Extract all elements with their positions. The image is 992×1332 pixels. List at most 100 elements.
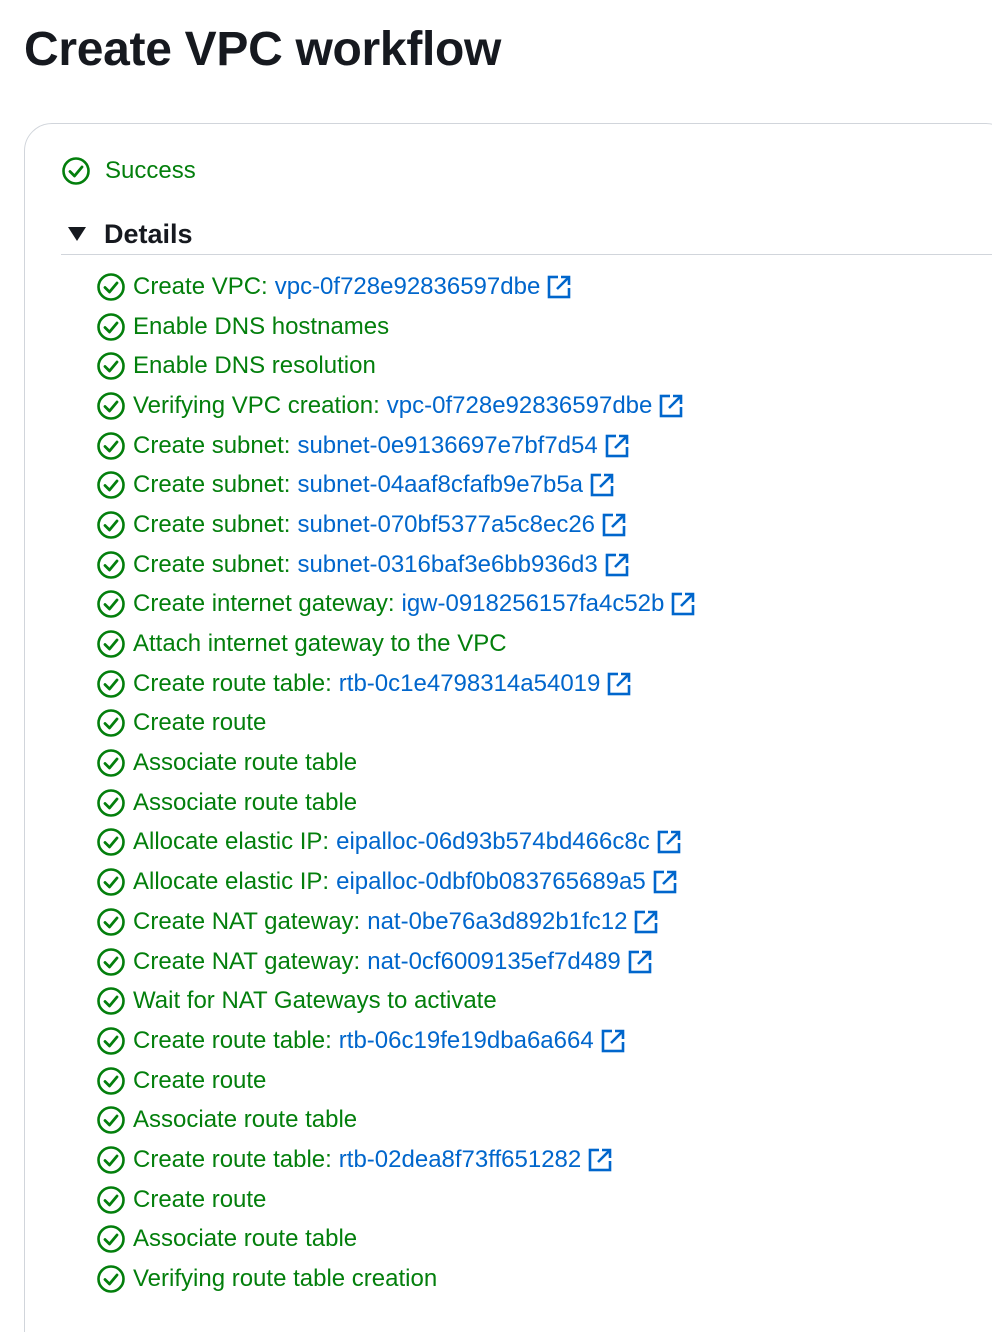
page: Create VPC workflow Success Details Crea… (0, 0, 992, 1332)
workflow-step: Create subnet: subnet-04aaf8cfafb9e7b5a (96, 465, 696, 505)
external-link-icon[interactable] (589, 472, 616, 498)
workflow-step: Allocate elastic IP: eipalloc-0dbf0b08376… (96, 862, 696, 902)
details-title: Details (104, 218, 193, 249)
external-link-icon[interactable] (658, 392, 685, 419)
external-link-icon[interactable] (604, 432, 630, 459)
step-label: Verifying VPC creation: (133, 391, 380, 419)
external-link-icon[interactable] (606, 670, 633, 697)
resource-link[interactable]: nat-0cf6009135ef7d489 (367, 948, 621, 976)
step-label: Create route (133, 1066, 267, 1094)
workflow-step: Create VPC: vpc-0f728e92836597dbe (96, 267, 696, 307)
step-label: Create internet gateway: (133, 590, 395, 618)
step-label: Associate route table (133, 749, 358, 777)
resource-link[interactable]: rtb-02dea8f73ff651282 (339, 1146, 581, 1174)
step-label: Allocate elastic IP: (133, 828, 330, 856)
resource-link[interactable]: eipalloc-0dbf0b083765689a5 (336, 868, 646, 896)
step-label: Create NAT gateway: (133, 907, 361, 935)
check-circle-icon (97, 709, 125, 738)
check-circle-icon (97, 1146, 125, 1174)
step-label: Associate route table (133, 1106, 358, 1134)
status-indicator: Success (61, 153, 196, 189)
step-label: Associate route table (133, 788, 358, 816)
check-circle-icon (97, 987, 125, 1016)
caret-down-icon (68, 227, 86, 241)
resource-link[interactable]: rtb-06c19fe19dba6a664 (339, 1027, 594, 1055)
check-circle-icon (97, 1185, 125, 1214)
step-label: Create subnet: (133, 510, 291, 538)
workflow-step: Associate route table (96, 1100, 696, 1140)
resource-link[interactable]: eipalloc-06d93b574bd466c8c (336, 828, 650, 856)
check-circle-icon (97, 431, 125, 460)
check-circle-icon (97, 868, 125, 896)
check-circle-icon (97, 1027, 125, 1055)
workflow-step: Create NAT gateway: nat-0be76a3d892b1fc12 (96, 902, 696, 942)
resource-link[interactable]: vpc-0f728e92836597dbe (387, 392, 653, 420)
workflow-step: Create subnet: subnet-0e9136697e7bf7d54 (96, 426, 696, 466)
step-label: Wait for NAT Gateways to activate (133, 987, 497, 1015)
workflow-step: Enable DNS hostnames (96, 307, 696, 347)
external-link-icon[interactable] (600, 1027, 626, 1054)
resource-link[interactable]: subnet-0e9136697e7bf7d54 (297, 432, 597, 460)
external-link-icon[interactable] (670, 591, 697, 617)
workflow-step: Create NAT gateway: nat-0cf6009135ef7d489 (96, 942, 696, 982)
step-label: Create route (133, 709, 267, 737)
step-label: Allocate elastic IP: (133, 868, 330, 896)
page-title: Create VPC workflow (24, 23, 502, 76)
step-label: Create route (133, 1185, 267, 1213)
workflow-step: Wait for NAT Gateways to activate (96, 981, 696, 1021)
external-link-icon[interactable] (601, 511, 628, 538)
resource-link[interactable]: rtb-0c1e4798314a54019 (339, 670, 601, 698)
step-label: Create route table: (133, 669, 332, 697)
check-circle-icon (97, 908, 125, 936)
external-link-icon[interactable] (633, 908, 660, 935)
external-link-icon[interactable] (656, 829, 682, 855)
check-circle-icon (97, 273, 125, 301)
workflow-step: Allocate elastic IP: eipalloc-06d93b574bd… (96, 823, 696, 863)
resource-link[interactable]: subnet-04aaf8cfafb9e7b5a (297, 471, 583, 499)
resource-link[interactable]: subnet-0316baf3e6bb936d3 (297, 551, 597, 579)
check-circle-icon (97, 630, 125, 658)
check-circle-icon (97, 669, 125, 698)
external-link-icon[interactable] (587, 1146, 614, 1173)
check-circle-icon (97, 1066, 125, 1095)
external-link-icon[interactable] (604, 551, 630, 578)
workflow-step: Create route table: rtb-0c1e4798314a54019 (96, 664, 696, 704)
check-circle-icon (97, 511, 125, 539)
workflow-step: Enable DNS resolution (96, 346, 696, 386)
details-divider (61, 254, 992, 255)
check-circle-icon (97, 947, 125, 976)
step-label: Create route table: (133, 1145, 332, 1173)
step-label: Create subnet: (133, 431, 291, 459)
step-label: Attach internet gateway to the VPC (133, 630, 507, 658)
resource-link[interactable]: nat-0be76a3d892b1fc12 (367, 908, 627, 936)
workflow-step: Create route (96, 704, 696, 744)
status-text: Success (105, 157, 196, 184)
check-circle-icon (97, 1225, 125, 1254)
step-label: Create route table: (133, 1026, 332, 1054)
check-circle-icon (97, 590, 125, 619)
check-circle-icon (97, 312, 125, 341)
external-link-icon[interactable] (627, 948, 653, 975)
step-label: Associate route table (133, 1225, 358, 1253)
check-circle-icon (97, 1106, 125, 1135)
workflow-step: Create subnet: subnet-0316baf3e6bb936d3 (96, 545, 696, 585)
step-label: Create VPC: (133, 272, 268, 300)
workflow-step: Create route (96, 1061, 696, 1101)
workflow-step: Create internet gateway: igw-0918256157fa… (96, 585, 697, 625)
check-circle-icon (97, 828, 125, 857)
check-circle-icon (97, 550, 125, 579)
details-toggle[interactable]: Details (68, 215, 193, 253)
workflow-step: Create route (96, 1180, 696, 1220)
resource-link[interactable]: subnet-070bf5377a5c8ec26 (297, 511, 595, 539)
external-link-icon[interactable] (546, 273, 573, 300)
external-link-icon[interactable] (652, 869, 678, 895)
resource-link[interactable]: vpc-0f728e92836597dbe (275, 273, 541, 301)
step-label: Enable DNS hostnames (133, 312, 390, 340)
workflow-step: Create subnet: subnet-070bf5377a5c8ec26 (96, 505, 696, 545)
step-label: Enable DNS resolution (133, 352, 376, 380)
workflow-step: Verifying route table creation (96, 1259, 696, 1299)
resource-link[interactable]: igw-0918256157fa4c52b (401, 590, 664, 618)
step-label: Create subnet: (133, 471, 291, 499)
check-circle-icon (97, 788, 125, 817)
workflow-step: Associate route table (96, 743, 696, 783)
